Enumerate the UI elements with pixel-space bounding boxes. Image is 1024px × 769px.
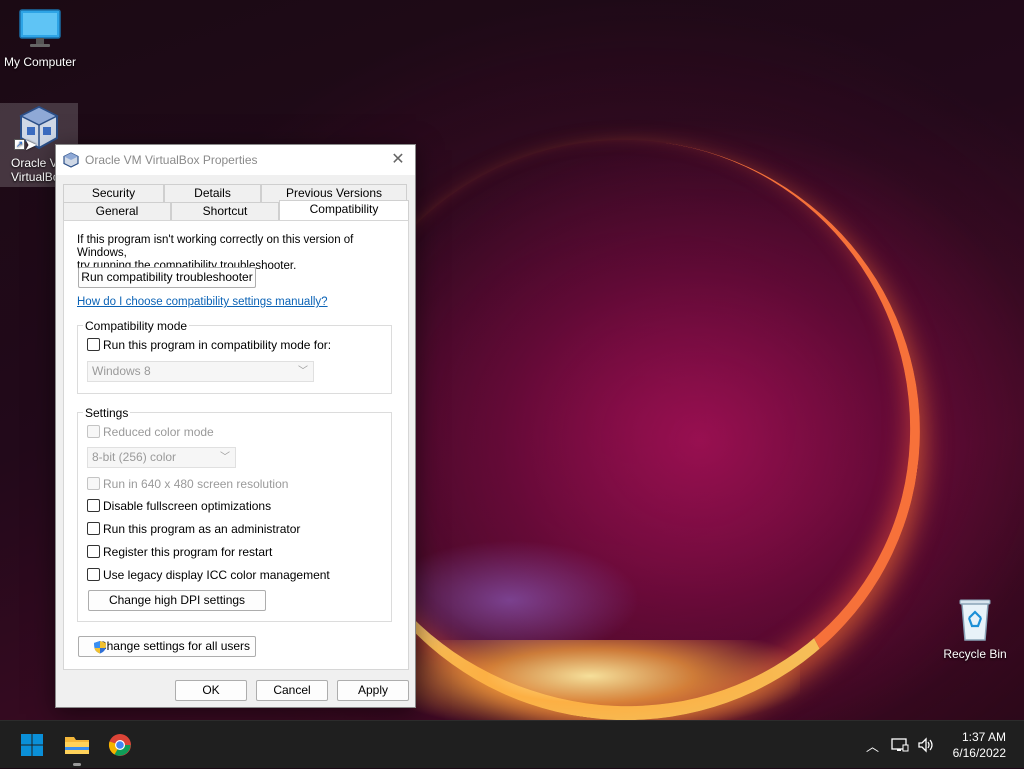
register-restart-checkbox[interactable]	[87, 545, 100, 558]
compat-mode-checkbox[interactable]	[87, 338, 100, 351]
cancel-button[interactable]: Cancel	[256, 680, 328, 701]
compatibility-mode-group	[77, 325, 392, 394]
change-all-users-label: Change settings for all users	[97, 639, 251, 653]
compat-mode-label: Run this program in compatibility mode f…	[103, 338, 332, 352]
disable-fullscreen-checkbox[interactable]	[87, 499, 100, 512]
wallpaper-glow-floor	[380, 640, 800, 730]
mouse-cursor-icon: ➤	[24, 137, 38, 154]
monitor-icon	[19, 9, 61, 47]
chrome-button[interactable]	[104, 729, 136, 761]
virtualbox-app-icon	[63, 152, 79, 168]
run-640-label: Run in 640 x 480 screen resolution	[103, 477, 289, 491]
taskbar: ︿ 1:37 AM 6/16/2022	[0, 720, 1024, 768]
recycle-bin-icon	[959, 599, 991, 641]
run-admin-label: Run this program as an administrator	[103, 522, 301, 536]
tab-shortcut[interactable]: Shortcut	[171, 202, 279, 220]
legacy-icc-label: Use legacy display ICC color management	[103, 568, 330, 582]
run-troubleshooter-button[interactable]: Run compatibility troubleshooter	[78, 267, 256, 288]
start-button[interactable]	[16, 729, 48, 761]
network-icon[interactable]	[891, 737, 909, 753]
tab-compatibility[interactable]: Compatibility	[279, 200, 409, 220]
reduced-color-label: Reduced color mode	[103, 425, 214, 439]
tab-general[interactable]: General	[63, 202, 171, 220]
dialog-title: Oracle VM VirtualBox Properties	[85, 153, 258, 167]
change-dpi-button[interactable]: Change high DPI settings	[88, 590, 266, 611]
taskbar-clock[interactable]: 1:37 AM 6/16/2022	[953, 729, 1006, 761]
compatibility-mode-title: Compatibility mode	[83, 319, 190, 333]
chevron-down-icon: ﹀	[220, 452, 230, 463]
register-restart-label: Register this program for restart	[103, 545, 273, 559]
properties-dialog: Oracle VM VirtualBox Properties ✕ Securi…	[55, 144, 416, 708]
tab-details[interactable]: Details	[164, 184, 261, 202]
color-mode-value: 8-bit (256) color	[92, 450, 177, 464]
apply-button[interactable]: Apply	[337, 680, 409, 701]
tab-security[interactable]: Security	[63, 184, 164, 202]
desktop-icon-recycle-bin[interactable]: Recycle Bin	[935, 596, 1015, 661]
change-all-users-button[interactable]: Change settings for all users	[78, 636, 256, 657]
chevron-down-icon: ﹀	[298, 366, 308, 377]
file-explorer-button[interactable]	[61, 729, 93, 761]
ok-button[interactable]: OK	[175, 680, 247, 701]
volume-icon[interactable]	[917, 737, 935, 753]
clock-date: 6/16/2022	[952, 746, 1006, 760]
os-version-select: Windows 8 ﹀	[87, 361, 314, 382]
desktop-icon-label: Recycle Bin	[943, 647, 1007, 661]
run-admin-checkbox[interactable]	[87, 522, 100, 535]
reduced-color-checkbox	[87, 425, 100, 438]
dialog-titlebar[interactable]: Oracle VM VirtualBox Properties ✕	[56, 145, 415, 175]
settings-title: Settings	[83, 406, 131, 420]
compatibility-page: If this program isn't working correctly …	[63, 220, 409, 670]
close-button[interactable]: ✕	[387, 149, 409, 171]
chevron-up-icon[interactable]: ︿	[866, 736, 879, 755]
desktop-icon-label: My Computer	[3, 55, 77, 69]
folder-icon	[65, 737, 89, 754]
file-explorer-running-indicator	[73, 763, 81, 766]
uac-shield-icon	[94, 641, 106, 654]
color-mode-select: 8-bit (256) color ﹀	[87, 447, 236, 468]
help-link[interactable]: How do I choose compatibility settings m…	[77, 296, 328, 309]
disable-fullscreen-label: Disable fullscreen optimizations	[103, 499, 272, 513]
close-icon: ✕	[391, 151, 405, 168]
legacy-icc-checkbox[interactable]	[87, 568, 100, 581]
chrome-icon	[108, 734, 131, 756]
clock-time: 1:37 AM	[961, 730, 1006, 744]
system-tray: ︿	[866, 721, 935, 769]
desktop-icon-my-computer[interactable]: My Computer	[0, 8, 80, 69]
run-640-checkbox	[87, 477, 100, 490]
os-version-value: Windows 8	[92, 364, 151, 378]
windows-logo-icon	[21, 734, 43, 756]
